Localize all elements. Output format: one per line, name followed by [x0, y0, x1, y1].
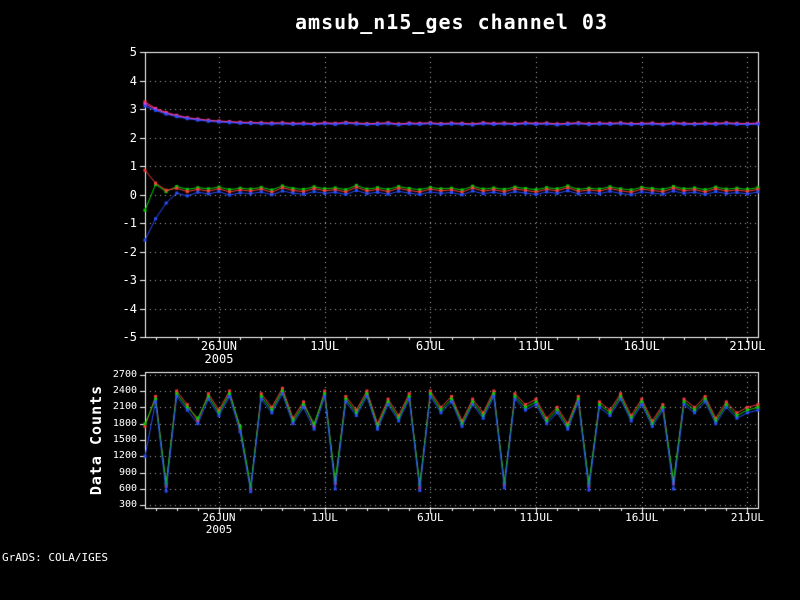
y-tick-label: 5: [129, 45, 137, 59]
y-tick-label: 1800: [112, 417, 137, 429]
x-tick-label: 1JUL: [311, 511, 338, 524]
y-tick-label: 1: [129, 159, 137, 173]
y-tick-label: 4: [129, 73, 137, 88]
y-tick-label: 1500: [112, 434, 137, 445]
y-tick-label: 0: [129, 187, 137, 202]
grads-plot-screen: amsub_n15_ges channel 03 Data Counts GrA…: [0, 0, 800, 600]
x-tick-label: 16JUL: [623, 339, 660, 353]
y-tick-label: 600: [118, 482, 137, 494]
y-tick-label: 2400: [112, 385, 137, 397]
x-tick-label: 6JUL: [415, 339, 445, 353]
chart-title: amsub_n15_ges channel 03: [295, 10, 608, 34]
x-tick-label: 21JUL: [730, 511, 764, 524]
x-tick-label: 26JUN: [200, 339, 238, 353]
x-tick-label: 16JUL: [625, 511, 659, 524]
y-tick-label: -2: [122, 244, 137, 259]
x-tick-label: 6JUL: [417, 511, 444, 524]
x-tick-label: 21JUL: [729, 339, 766, 353]
x-tick-label: 11JUL: [517, 339, 555, 353]
y-tick-label: 1200: [112, 450, 137, 462]
y-tick-label: 3: [129, 102, 137, 116]
y-tick-label: 2700: [112, 368, 137, 380]
y-tick-label: 300: [118, 499, 137, 511]
y-tick-label: -4: [122, 301, 137, 316]
x-tick-label: 26JUN: [202, 511, 236, 524]
x-tick-sublabel: 2005: [205, 523, 233, 536]
grads-attribution: GrADS: COLA/IGES: [2, 551, 108, 564]
y-tick-label: -5: [122, 330, 137, 344]
y-tick-label: -3: [122, 273, 137, 287]
y-tick-label: 2: [129, 130, 137, 145]
x-tick-label: 11JUL: [519, 511, 553, 524]
y-tick-label: -1: [122, 216, 137, 230]
x-tick-label: 1JUL: [310, 339, 340, 353]
y-tick-label: 2100: [112, 401, 137, 413]
y-tick-label: 900: [118, 466, 137, 478]
x-tick-sublabel: 2005: [204, 352, 234, 366]
